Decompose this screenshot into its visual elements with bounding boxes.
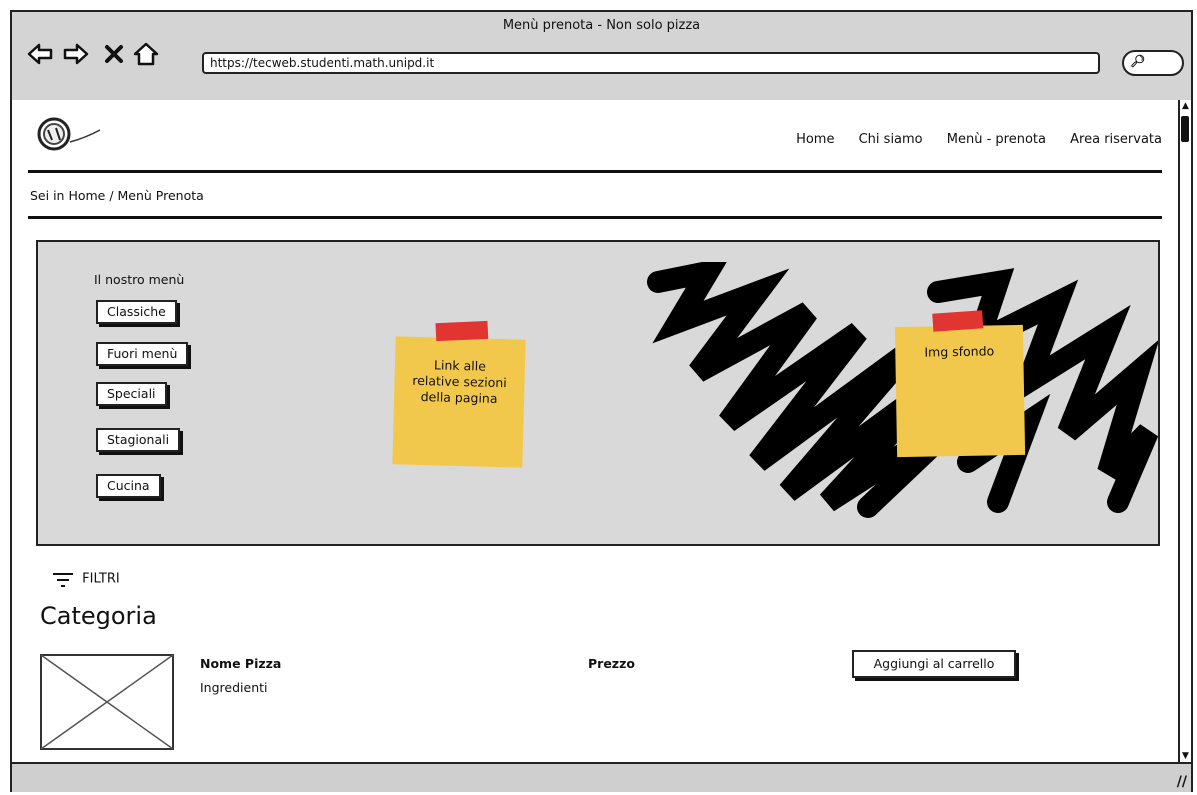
status-bar: // (12, 762, 1191, 792)
home-icon[interactable] (132, 40, 160, 68)
window-title: Menù prenota - Non solo pizza (502, 18, 701, 33)
menu-button-classiche[interactable]: Classiche (96, 300, 177, 324)
vertical-scrollbar[interactable]: ▲ ▼ (1178, 100, 1191, 762)
add-to-cart-button[interactable]: Aggiungi al carrello (852, 650, 1016, 678)
scroll-up-icon[interactable]: ▲ (1180, 100, 1191, 112)
tape-icon (932, 310, 984, 332)
browser-toolbar: Menù prenota - Non solo pizza https://te… (12, 12, 1191, 102)
menu-button-cucina[interactable]: Cucina (96, 474, 161, 498)
filter-button[interactable]: FILTRI (52, 570, 120, 588)
sticky-note-links: Link alle relative sezioni della pagina (392, 320, 526, 468)
product-price: Prezzo (588, 656, 635, 671)
sticky-note-bg: Img sfondo (894, 310, 1026, 458)
sticky-note-links-text: Link alle relative sezioni della pagina (412, 357, 507, 407)
menu-title: Il nostro menù (94, 272, 185, 287)
nav-area-riservata[interactable]: Area riservata (1070, 132, 1162, 147)
nav-menu-prenota[interactable]: Menù - prenota (947, 132, 1046, 147)
menu-button-stagionali[interactable]: Stagionali (96, 428, 181, 452)
search-box[interactable]: 🔎︎ (1122, 50, 1184, 76)
logo-image[interactable] (30, 112, 120, 160)
filter-icon (53, 573, 73, 587)
menu-button-fuori-menu[interactable]: Fuori menù (96, 342, 189, 366)
header-divider (28, 170, 1162, 173)
resize-grip-icon[interactable]: // (1177, 774, 1187, 790)
hero-section: Il nostro menù Classiche Fuori menù Spec… (36, 240, 1160, 546)
search-icon: 🔎︎ (1130, 54, 1146, 68)
tape-icon (435, 320, 489, 342)
product-name: Nome Pizza (200, 656, 282, 671)
scroll-thumb[interactable] (1181, 116, 1189, 142)
page-viewport: Home Chi siamo Menù - prenota Area riser… (12, 100, 1178, 762)
sticky-note-bg-text: Img sfondo (924, 343, 995, 360)
category-title: Categoria (40, 602, 157, 630)
browser-window: Menù prenota - Non solo pizza https://te… (10, 10, 1193, 792)
back-arrow-icon[interactable] (26, 40, 54, 68)
close-x-icon[interactable] (100, 40, 128, 68)
nav-home[interactable]: Home (796, 132, 834, 147)
menu-button-speciali[interactable]: Speciali (96, 382, 167, 406)
main-navigation: Home Chi siamo Menù - prenota Area riser… (776, 132, 1162, 147)
breadcrumb: Sei in Home / Menù Prenota (30, 188, 204, 203)
image-placeholder-icon (40, 654, 174, 750)
address-bar[interactable]: https://tecweb.studenti.math.unipd.it (202, 52, 1100, 74)
product-ingredients: Ingredienti (200, 680, 268, 695)
nav-chi-siamo[interactable]: Chi siamo (859, 132, 923, 147)
filter-label: FILTRI (82, 571, 120, 587)
scroll-down-icon[interactable]: ▼ (1180, 750, 1191, 762)
breadcrumb-divider (28, 216, 1162, 219)
forward-arrow-icon[interactable] (62, 40, 90, 68)
